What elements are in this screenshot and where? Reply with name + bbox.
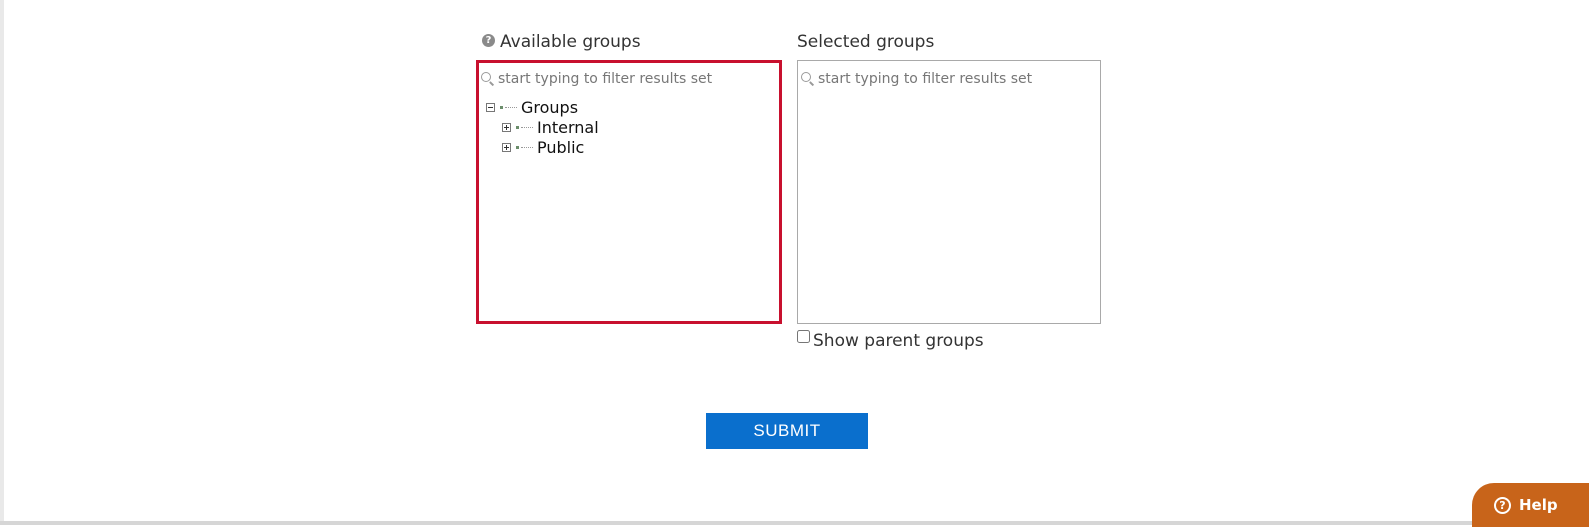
show-parent-groups[interactable]: Show parent groups [797, 330, 984, 351]
help-button[interactable]: ? Help [1472, 483, 1589, 527]
tree-connector [521, 126, 533, 128]
available-groups-panel: Groups Internal Public [476, 60, 782, 324]
expand-icon[interactable] [502, 122, 511, 132]
tree-node-label[interactable]: Internal [537, 118, 599, 137]
selected-filter [801, 69, 1081, 89]
page-bottom-border [0, 521, 1589, 525]
submit-button[interactable]: SUBMIT [706, 413, 868, 449]
tree-node-groups[interactable]: Groups [486, 98, 578, 117]
tree-connector [521, 146, 533, 148]
help-circle-icon: ? [1494, 496, 1511, 514]
page-left-border [0, 0, 4, 525]
tree-node-public[interactable]: Public [502, 138, 584, 157]
expand-icon[interactable] [502, 142, 511, 152]
node-dot-icon [516, 145, 519, 149]
tree-connector [505, 106, 517, 108]
node-dot-icon [500, 105, 503, 109]
collapse-icon[interactable] [486, 102, 495, 112]
tree-node-label[interactable]: Groups [521, 98, 578, 117]
available-groups-label: Available groups [500, 32, 641, 52]
selected-groups-label: Selected groups [797, 32, 935, 52]
available-filter-input[interactable] [498, 71, 758, 87]
tree-node-label[interactable]: Public [537, 138, 584, 157]
node-dot-icon [516, 125, 519, 129]
selected-filter-input[interactable] [818, 71, 1078, 87]
available-filter [481, 69, 761, 89]
show-parent-label: Show parent groups [813, 331, 984, 351]
tree-node-internal[interactable]: Internal [502, 118, 599, 137]
show-parent-checkbox[interactable] [797, 330, 810, 343]
search-icon [481, 72, 495, 86]
selected-groups-panel [797, 60, 1101, 324]
help-label: Help [1519, 496, 1558, 514]
search-icon [801, 72, 815, 86]
help-question-icon[interactable]: ? [482, 34, 495, 47]
